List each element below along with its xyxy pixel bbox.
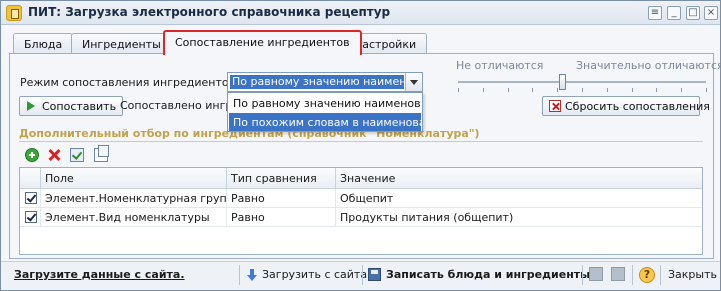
mode-select[interactable]: По равному значению наименования xyxy=(227,72,423,92)
slider-tick xyxy=(607,88,608,92)
close-icon[interactable]: × xyxy=(704,6,718,20)
check-all-icon[interactable] xyxy=(70,148,84,162)
reset-icon xyxy=(549,100,561,112)
load-data-link[interactable]: Загрузите данные с сайта. xyxy=(14,268,185,281)
download-icon xyxy=(246,269,258,281)
export-icon[interactable] xyxy=(611,267,625,281)
filter-table: Поле Тип сравнения Значение Элемент.Номе… xyxy=(19,167,703,255)
slider-tick xyxy=(483,88,484,92)
separator xyxy=(582,265,583,285)
matched-status-text: Сопоставлено ингре xyxy=(120,99,240,112)
play-icon xyxy=(27,101,35,111)
menu-icon[interactable]: ≡ xyxy=(648,6,662,20)
slider-tick xyxy=(656,88,657,92)
mode-label: Режим сопоставления ингредиентов: xyxy=(20,76,239,89)
match-button-label: Сопоставить xyxy=(42,100,117,113)
match-button[interactable]: Сопоставить xyxy=(19,96,124,116)
slider-left-label: Не отличаются xyxy=(456,59,544,72)
mode-option-equal-name[interactable]: По равному значению наименования xyxy=(229,94,421,112)
tab-dishes[interactable]: Блюда xyxy=(13,33,74,54)
copy-icon[interactable] xyxy=(94,145,109,162)
table-cell-field[interactable]: Элемент.Вид номенклатуры xyxy=(41,208,227,227)
table-cell-compare[interactable]: Равно xyxy=(227,208,336,227)
load-from-site-button[interactable]: Загрузить с сайта xyxy=(262,268,367,281)
separator xyxy=(239,265,240,285)
slider-tick xyxy=(458,88,459,92)
table-cell-value[interactable]: Продукты питания (общепит) xyxy=(336,208,702,227)
separator xyxy=(660,265,661,285)
app-icon xyxy=(6,5,22,21)
tab-ingredient-matching[interactable]: Сопоставление ингредиентов xyxy=(163,30,362,55)
similarity-slider-thumb[interactable] xyxy=(559,74,566,90)
slider-tick xyxy=(632,88,633,92)
column-header-check xyxy=(20,168,41,189)
delete-icon[interactable] xyxy=(47,148,61,162)
column-header-compare[interactable]: Тип сравнения xyxy=(227,168,336,189)
section-divider xyxy=(19,141,703,142)
table-row-checkbox-cell xyxy=(20,189,41,208)
mode-dropdown: По равному значению наименования По похо… xyxy=(227,92,423,132)
save-icon xyxy=(368,268,381,281)
reset-matches-button[interactable]: Сбросить сопоставления xyxy=(542,96,710,116)
slider-right-label: Значительно отличаются xyxy=(576,59,721,72)
tab-label: Блюда xyxy=(24,38,63,51)
slider-tick xyxy=(508,88,509,92)
row-checkbox[interactable] xyxy=(25,192,37,204)
tab-ingredients[interactable]: Ингредиенты xyxy=(71,33,172,54)
save-dishes-button[interactable]: Записать блюда и ингредиенты xyxy=(386,268,590,281)
slider-tick xyxy=(557,88,558,92)
table-cell-value[interactable]: Общепит xyxy=(336,189,702,208)
main-window: ПИТ: Загрузка электронного справочника р… xyxy=(0,0,721,291)
column-header-value[interactable]: Значение xyxy=(336,168,702,189)
maximize-icon[interactable]: □ xyxy=(686,6,700,20)
mode-option-similar-words[interactable]: По похожим словам в наименовании xyxy=(229,113,421,131)
separator xyxy=(632,265,633,285)
tab-label: Сопоставление ингредиентов xyxy=(175,36,350,49)
reset-button-label: Сбросить сопоставления xyxy=(565,100,710,113)
title-bar: ПИТ: Загрузка электронного справочника р… xyxy=(1,1,720,25)
help-icon[interactable]: ? xyxy=(639,267,655,283)
disabled-tool-icon[interactable] xyxy=(589,267,603,281)
chevron-down-icon[interactable] xyxy=(405,73,422,91)
column-header-field[interactable]: Поле xyxy=(41,168,227,189)
minimize-icon[interactable]: _ xyxy=(667,6,681,20)
similarity-slider-track[interactable] xyxy=(458,81,706,83)
table-row-checkbox-cell xyxy=(20,208,41,227)
slider-tick xyxy=(532,88,533,92)
window-title: ПИТ: Загрузка электронного справочника р… xyxy=(28,5,391,19)
slider-tick xyxy=(582,88,583,92)
tab-label: Ингредиенты xyxy=(82,38,161,51)
row-checkbox[interactable] xyxy=(25,211,37,223)
close-button[interactable]: Закрыть xyxy=(668,268,717,281)
slider-tick xyxy=(706,88,707,92)
table-cell-field[interactable]: Элемент.Номенклатурная группа xyxy=(41,189,227,208)
slider-tick xyxy=(681,88,682,92)
add-icon[interactable] xyxy=(25,148,39,162)
mode-select-value: По равному значению наименования xyxy=(230,75,404,89)
tab-label: Настройки xyxy=(354,38,417,51)
table-cell-compare[interactable]: Равно xyxy=(227,189,336,208)
separator xyxy=(362,265,363,285)
